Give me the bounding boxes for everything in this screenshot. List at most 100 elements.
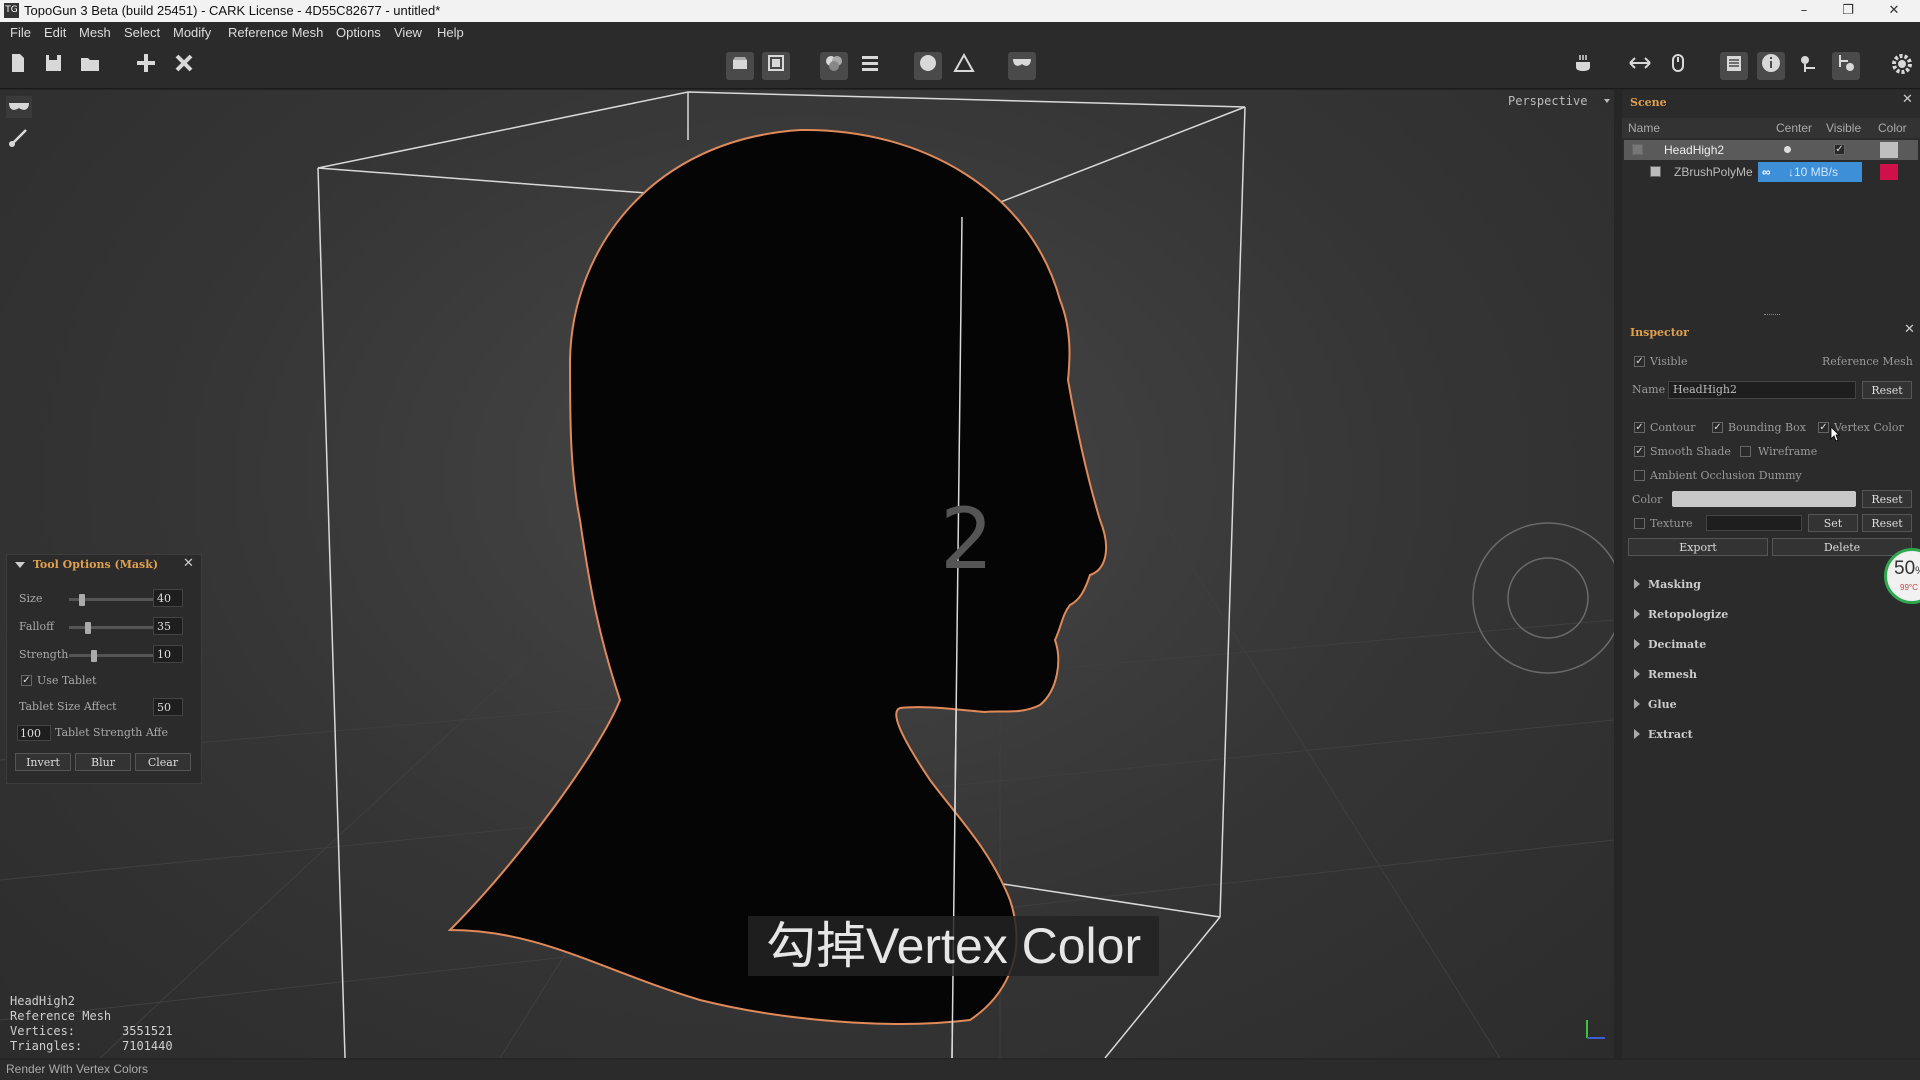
scene-row-zbrushpolymesh[interactable]: ZBrushPolyMe ∞ ↓10 MB/s bbox=[1624, 162, 1918, 182]
size-knob[interactable] bbox=[79, 594, 85, 606]
mouse-icon[interactable] bbox=[1664, 52, 1692, 80]
menu-view[interactable]: View bbox=[394, 25, 422, 40]
paint-icon[interactable] bbox=[820, 52, 848, 80]
color-swatch[interactable] bbox=[1880, 142, 1898, 158]
center-dot-icon[interactable] bbox=[1784, 146, 1791, 153]
inspector-title: Inspector bbox=[1630, 326, 1689, 339]
tablet-strength-input[interactable]: 100 bbox=[17, 725, 51, 741]
row-icon bbox=[1650, 166, 1661, 177]
section-glue[interactable]: Glue bbox=[1634, 694, 1914, 716]
texture-label: Texture bbox=[1650, 517, 1693, 530]
bounding-box-checkbox[interactable]: ✓ bbox=[1712, 422, 1723, 433]
projection-label[interactable]: Perspective bbox=[1508, 94, 1587, 108]
collapse-arrow-icon[interactable] bbox=[15, 562, 25, 568]
name-reset-button[interactable]: Reset bbox=[1862, 381, 1912, 399]
menu-modify[interactable]: Modify bbox=[173, 25, 211, 40]
texture-reset-button[interactable]: Reset bbox=[1862, 514, 1912, 532]
menu-edit[interactable]: Edit bbox=[44, 25, 66, 40]
3d-viewport[interactable]: Perspective 2 勾掉Vertex Color HeadHigh2 R… bbox=[0, 90, 1614, 1058]
falloff-input[interactable]: 35 bbox=[153, 617, 183, 635]
mask-tool-icon[interactable] bbox=[6, 96, 32, 118]
save-icon[interactable] bbox=[39, 52, 67, 80]
info-icon[interactable] bbox=[1757, 52, 1785, 80]
invert-button[interactable]: Invert bbox=[15, 753, 71, 771]
color-picker-bar[interactable] bbox=[1672, 491, 1856, 507]
name-input[interactable]: HeadHigh2 bbox=[1668, 381, 1856, 399]
smooth-shade-checkbox[interactable]: ✓ bbox=[1634, 446, 1645, 457]
strength-input[interactable]: 10 bbox=[153, 645, 183, 663]
add-icon[interactable] bbox=[132, 52, 160, 80]
arrows-horizontal-icon[interactable] bbox=[1626, 52, 1654, 80]
texture-set-button[interactable]: Set bbox=[1808, 514, 1858, 532]
inspector-close-icon[interactable]: ✕ bbox=[1904, 322, 1915, 337]
wireframe-checkbox[interactable] bbox=[1740, 446, 1751, 457]
strength-knob[interactable] bbox=[91, 650, 97, 662]
col-color[interactable]: Color bbox=[1878, 121, 1907, 135]
texture-path-input[interactable] bbox=[1706, 515, 1802, 531]
col-name[interactable]: Name bbox=[1628, 121, 1660, 135]
vertex-color-checkbox[interactable]: ✓ bbox=[1818, 422, 1829, 433]
color-reset-button[interactable]: Reset bbox=[1862, 490, 1912, 508]
wire-view-icon[interactable] bbox=[762, 52, 790, 80]
color-swatch[interactable] bbox=[1880, 164, 1898, 180]
col-visible[interactable]: Visible bbox=[1826, 121, 1861, 135]
triangle-icon[interactable] bbox=[950, 52, 978, 80]
scene-close-icon[interactable]: ✕ bbox=[1902, 92, 1913, 107]
window-close-button[interactable]: ✕ bbox=[1874, 1, 1914, 21]
tablet-size-input[interactable]: 50 bbox=[153, 698, 183, 716]
splitter-handle[interactable] bbox=[1764, 314, 1780, 317]
menu-file[interactable]: File bbox=[10, 25, 31, 40]
menu-select[interactable]: Select bbox=[124, 25, 160, 40]
menu-reference-mesh[interactable]: Reference Mesh bbox=[228, 25, 323, 40]
layers-icon[interactable] bbox=[856, 52, 884, 80]
ambient-occlusion-checkbox[interactable] bbox=[1634, 470, 1645, 481]
size-input[interactable]: 40 bbox=[153, 589, 183, 607]
gear-icon[interactable] bbox=[1888, 52, 1916, 80]
contour-checkbox[interactable]: ✓ bbox=[1634, 422, 1645, 433]
projection-dropdown-icon[interactable] bbox=[1604, 99, 1610, 103]
texture-checkbox[interactable] bbox=[1634, 518, 1645, 529]
export-button[interactable]: Export bbox=[1628, 538, 1768, 556]
tool-icon[interactable] bbox=[1832, 52, 1860, 80]
size-track[interactable] bbox=[69, 594, 153, 606]
coffee-icon[interactable] bbox=[1570, 52, 1598, 80]
scene-row-headhigh2[interactable]: HeadHigh2 ✓ bbox=[1624, 140, 1918, 160]
section-retopologize[interactable]: Retopologize bbox=[1634, 604, 1914, 626]
sphere-icon[interactable] bbox=[914, 52, 942, 80]
list-icon[interactable] bbox=[1720, 52, 1748, 80]
col-center[interactable]: Center bbox=[1776, 121, 1812, 135]
status-text: Render With Vertex Colors bbox=[6, 1062, 149, 1076]
open-icon[interactable] bbox=[76, 52, 104, 80]
tool-options-close-icon[interactable]: ✕ bbox=[183, 556, 194, 571]
minimize-button[interactable]: – bbox=[1784, 1, 1824, 21]
expand-arrow-icon bbox=[1634, 639, 1640, 649]
section-remesh[interactable]: Remesh bbox=[1634, 664, 1914, 686]
section-decimate[interactable]: Decimate bbox=[1634, 634, 1914, 656]
section-masking[interactable]: Masking bbox=[1634, 574, 1914, 596]
use-tablet-checkbox[interactable]: ✓ bbox=[21, 675, 32, 686]
blur-button[interactable]: Blur bbox=[75, 753, 131, 771]
menu-help[interactable]: Help bbox=[437, 25, 464, 40]
falloff-knob[interactable] bbox=[85, 622, 91, 634]
falloff-slider-row: Falloff 35 bbox=[19, 617, 199, 637]
section-extract[interactable]: Extract bbox=[1634, 724, 1914, 746]
new-file-icon[interactable] bbox=[4, 52, 32, 80]
falloff-track[interactable] bbox=[69, 622, 153, 634]
menu-mesh[interactable]: Mesh bbox=[79, 25, 111, 40]
mask-icon[interactable] bbox=[1008, 52, 1036, 80]
ambient-occlusion-label: Ambient Occlusion Dummy bbox=[1650, 469, 1802, 482]
clear-button[interactable]: Clear bbox=[135, 753, 191, 771]
bounding-box-label: Bounding Box bbox=[1728, 421, 1806, 434]
falloff-label: Falloff bbox=[19, 620, 54, 633]
strength-track[interactable] bbox=[69, 650, 153, 662]
smooth-shade-label: Smooth Shade bbox=[1650, 445, 1731, 458]
brush-tool-icon[interactable] bbox=[6, 126, 32, 148]
menu-options[interactable]: Options bbox=[336, 25, 381, 40]
cpu-percent: 50 bbox=[1894, 558, 1916, 579]
settings-nodes-icon[interactable] bbox=[1794, 52, 1822, 80]
visible-checkbox[interactable]: ✓ bbox=[1634, 356, 1645, 367]
close-icon[interactable] bbox=[170, 52, 198, 80]
visible-checkbox[interactable]: ✓ bbox=[1834, 144, 1845, 155]
restore-button[interactable]: ❐ bbox=[1828, 1, 1868, 21]
mesh-view-icon[interactable] bbox=[726, 52, 754, 80]
